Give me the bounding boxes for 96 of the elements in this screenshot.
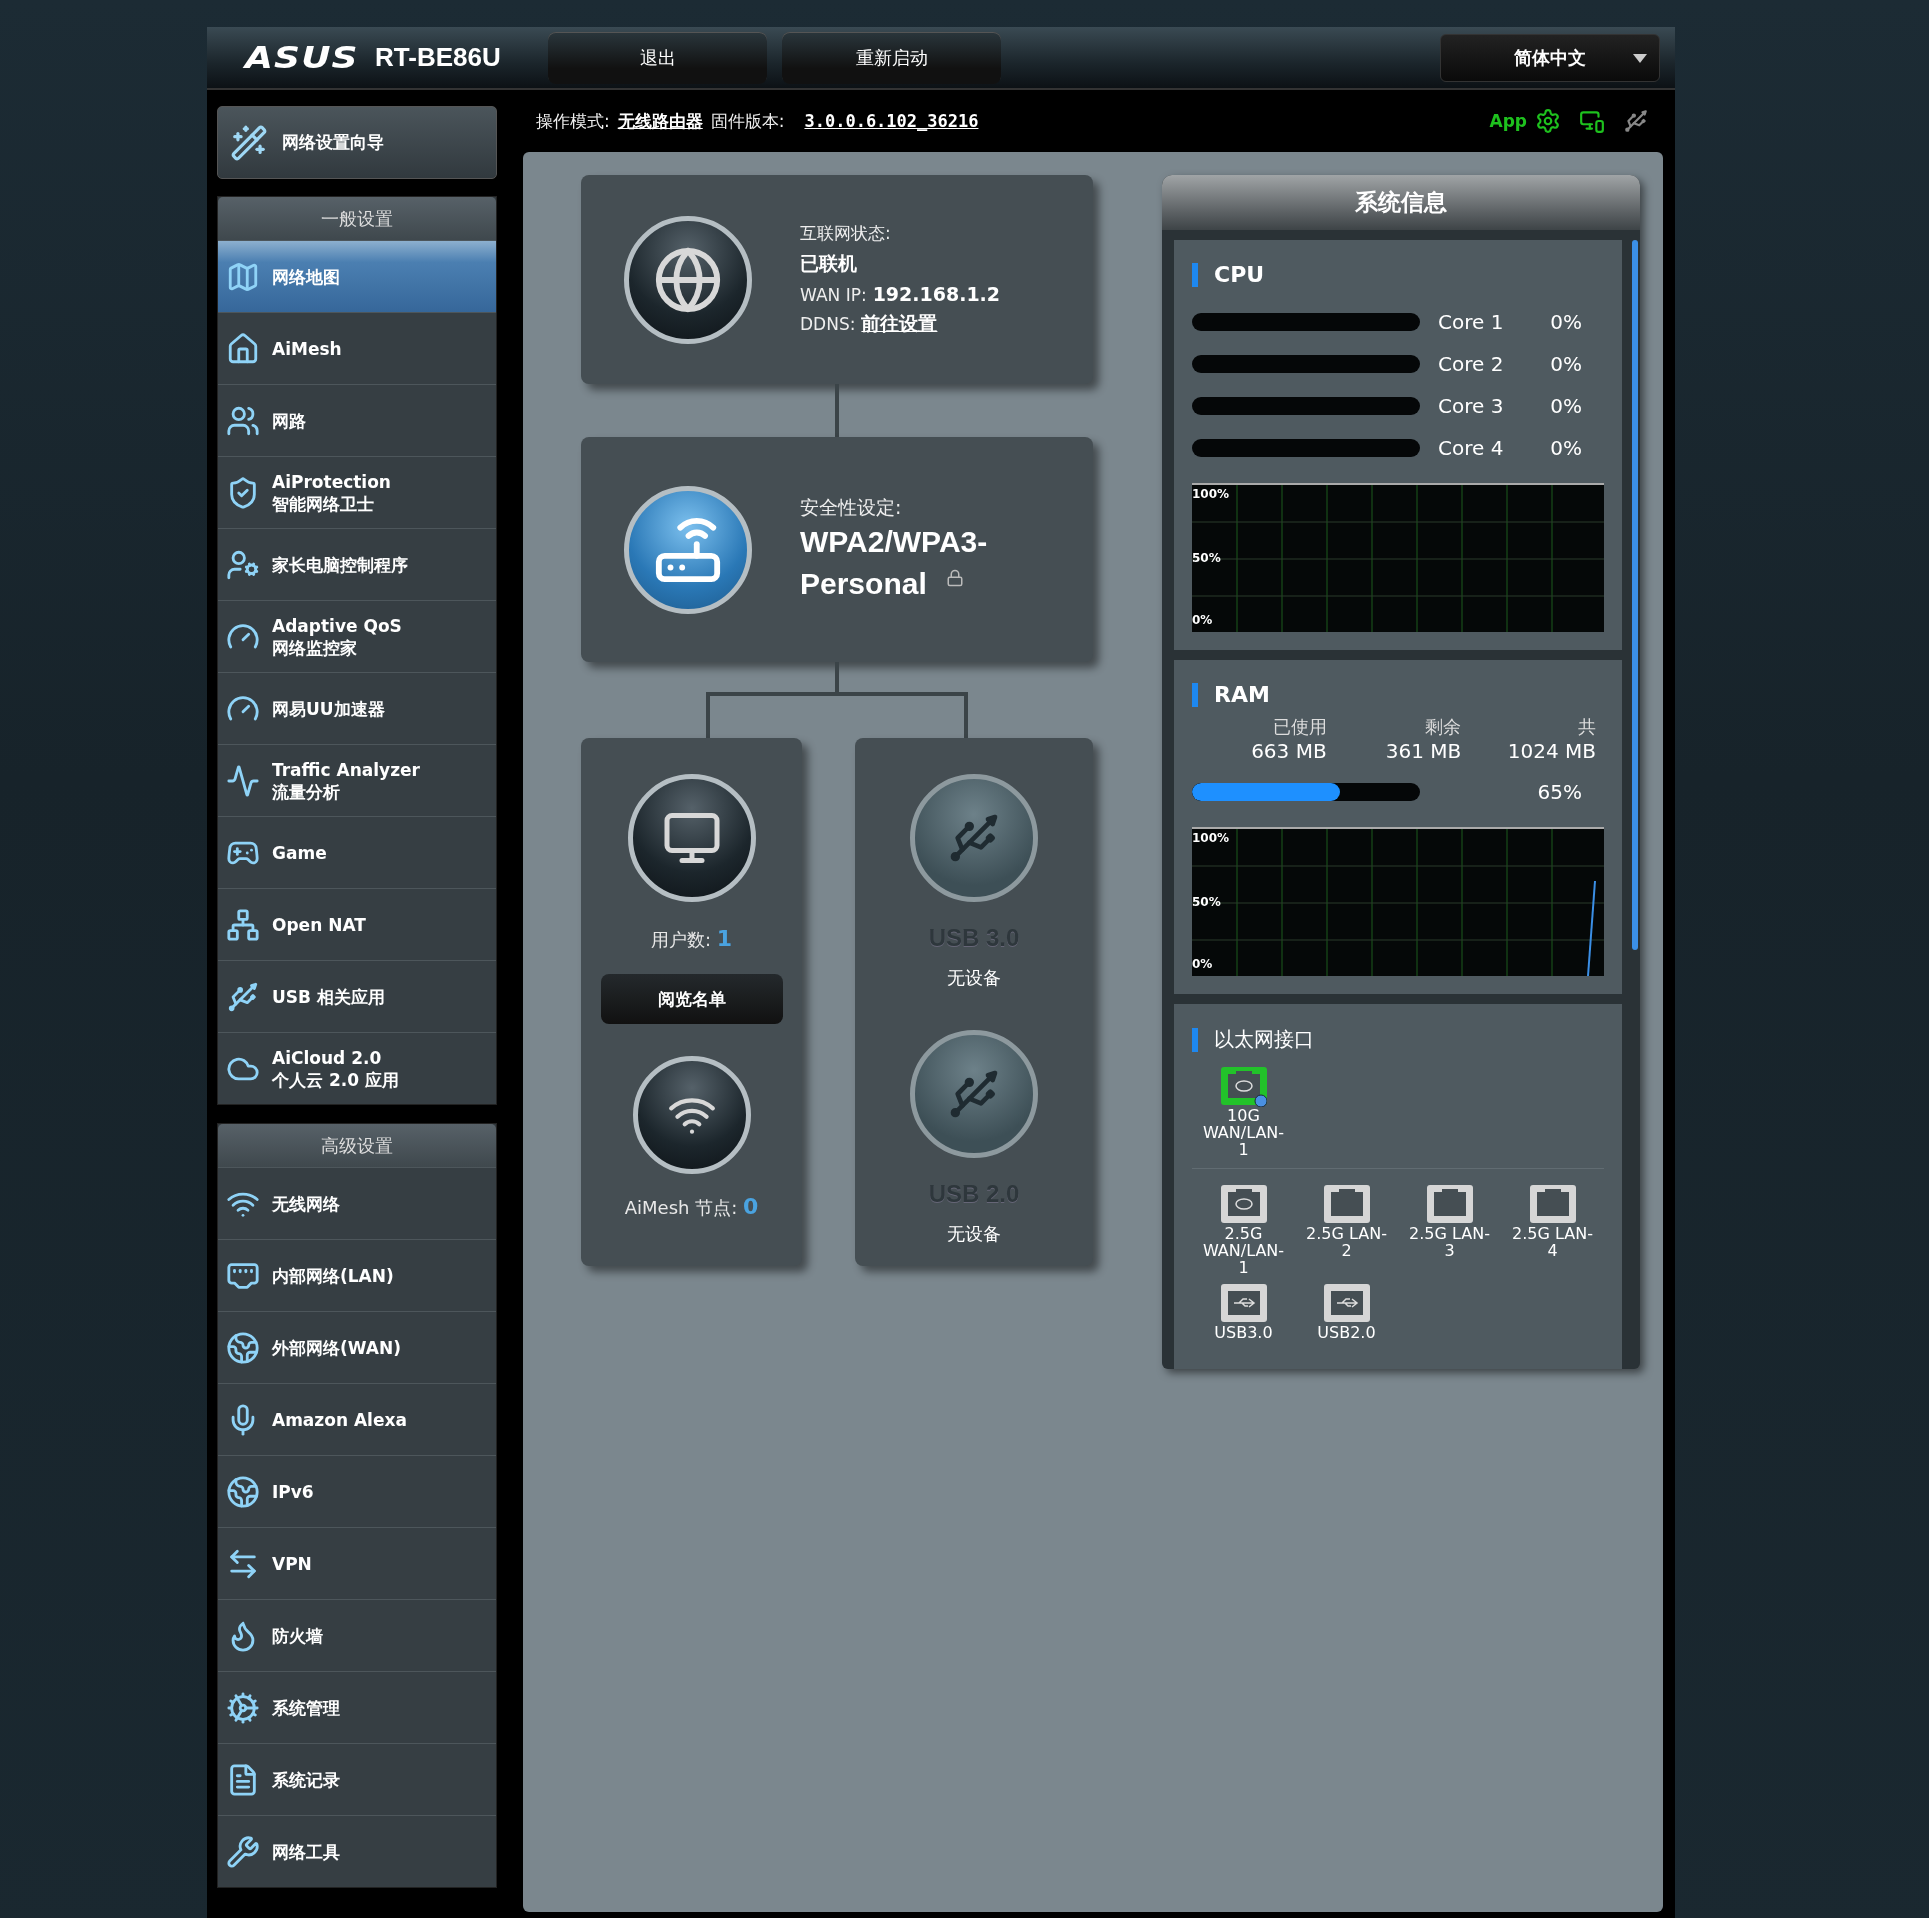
sidebar-item[interactable]: 系统记录 [218,1743,496,1815]
ddns-link[interactable]: 前往设置 [861,311,938,337]
port-label: 10G WAN/LAN-1 [1201,1107,1286,1158]
menu-icon [226,331,260,366]
port-label: 2.5G LAN-4 [1511,1225,1594,1259]
core-name: Core 3 [1438,394,1505,418]
sidebar-item[interactable]: 内部网络(LAN) [218,1239,496,1311]
port-label: USB3.0 [1213,1324,1274,1341]
sidebar-item[interactable]: USB 相关应用 [218,960,496,1032]
axis-label: 50% [1192,895,1221,909]
sidebar-item[interactable]: Traffic Analyzer 流量分析 [218,744,496,816]
menu-icon [226,763,260,798]
security-label: 安全性设定: [800,494,903,520]
port-label: 2.5G LAN-2 [1305,1225,1388,1259]
axis-label: 50% [1192,551,1221,565]
sidebar-item[interactable]: AiProtection 智能网络卫士 [218,456,496,528]
ram-usage: 65% [1537,780,1582,804]
mode-link[interactable]: 无线路由器 [617,109,703,133]
model-name: RT-BE86U [375,42,502,73]
core-usage: 0% [1550,436,1582,460]
ram-stat-value: 361 MB [1385,739,1462,763]
usb-status: 无设备 [947,1222,1001,1246]
sidebar-item[interactable]: 家长电脑控制程序 [218,528,496,600]
axis-label: 100% [1192,831,1230,845]
section-marker [1192,682,1198,707]
aimesh-nodes: AiMesh 节点: 0 [624,1194,759,1220]
security-value: WPA2/WPA3-Personal [800,523,989,602]
scrollbar[interactable] [1632,240,1638,950]
core-usage: 0% [1550,352,1582,376]
view-list-button[interactable]: 阅览名单 [600,974,783,1024]
ddns-label: DDNS: [800,314,856,334]
sidebar-item[interactable]: 无线网络 [218,1167,496,1239]
menu-icon [226,1834,260,1869]
usb-icon[interactable] [1623,108,1649,134]
mode-label: 操作模式: [536,109,610,133]
sidebar-item[interactable]: Amazon Alexa [218,1383,496,1455]
sidebar-item[interactable]: Game [218,816,496,888]
sidebar-item[interactable]: VPN [218,1527,496,1599]
firmware-label: 固件版本: [710,109,785,133]
section-title: RAM [1214,682,1270,707]
section-title: 以太网接口 [1214,1026,1314,1053]
axis-label: 0% [1192,957,1213,971]
sidebar-item[interactable]: 防火墙 [218,1599,496,1671]
port-label: 2.5G WAN/LAN-1 [1201,1225,1286,1276]
sidebar-item[interactable]: 网路 [218,384,496,456]
sidebar-item[interactable]: AiMesh [218,312,496,384]
core-usage: 0% [1550,310,1582,334]
usb-status: 无设备 [947,966,1001,990]
sidebar-item[interactable]: IPv6 [218,1455,496,1527]
firmware-link[interactable]: 3.0.0.6.102_36216 [804,111,979,131]
sidebar-item[interactable]: 系统管理 [218,1671,496,1743]
core-name: Core 2 [1438,352,1505,376]
clients-count: 用户数: 1 [650,926,733,952]
app-label[interactable]: App [1489,111,1527,131]
axis-label: 100% [1192,487,1230,501]
ram-stat-value: 1024 MB [1507,739,1596,763]
menu-icon [226,1474,260,1509]
gear-icon[interactable] [1535,108,1561,134]
caret-icon [1633,53,1647,63]
sidebar-item[interactable]: 外部网络(WAN) [218,1311,496,1383]
menu-icon [226,907,260,942]
section-marker [1192,1027,1198,1052]
core-usage: 0% [1550,394,1582,418]
menu-icon [226,1330,260,1365]
axis-label: 0% [1192,613,1213,627]
menu-section-title: 高级设置 [218,1124,496,1167]
ram-stat-label: 已使用 [1272,715,1327,739]
sidebar-item[interactable]: 网络地图 [218,240,496,312]
system-info-title: 系统信息 [1162,175,1640,230]
screens-icon[interactable] [1579,108,1605,134]
menu-section-title: 一般设置 [218,197,496,240]
wand-icon [230,123,268,162]
header-button[interactable]: 退出 [548,31,767,84]
internet-status: 已联机 [800,251,858,276]
sidebar-item[interactable]: 网易UU加速器 [218,672,496,744]
menu-icon [226,1690,260,1725]
core-name: Core 1 [1438,310,1505,334]
section-marker [1192,262,1198,287]
sidebar-item[interactable]: Adaptive QoS 网络监控家 [218,600,496,672]
logo: ASUS [245,40,356,75]
sidebar-item[interactable]: Open NAT [218,888,496,960]
internet-status-label: 互联网状态: [800,222,892,245]
language-select[interactable]: 简体中文 [1440,33,1660,82]
sidebar-item[interactable]: AiCloud 2.0 个人云 2.0 应用 [218,1032,496,1104]
sidebar-item[interactable]: 网络工具 [218,1815,496,1887]
section-title: CPU [1214,262,1265,287]
ram-stat-label: 剩余 [1425,715,1462,739]
wan-ip: 192.168.1.2 [872,283,1001,305]
setup-wizard-button[interactable]: 网络设置向导 [217,106,497,179]
header-button[interactable]: 重新启动 [782,31,1001,84]
core-name: Core 4 [1438,436,1505,460]
ram-stat-label: 共 [1578,715,1596,739]
ram-stat-value: 663 MB [1251,739,1327,763]
port-label: 2.5G LAN-3 [1408,1225,1491,1259]
port-label: USB2.0 [1316,1324,1377,1341]
wan-ip-label: WAN IP: [800,285,867,305]
